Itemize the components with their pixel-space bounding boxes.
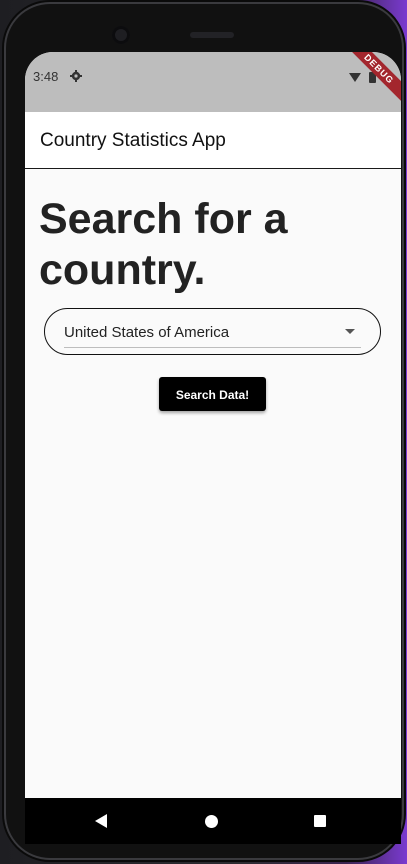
country-dropdown-value: United States of America [64,324,230,341]
system-nav-bar [25,798,401,844]
country-dropdown[interactable]: United States of America [44,308,381,355]
gear-icon [70,70,82,82]
back-icon[interactable] [95,814,107,828]
home-icon[interactable] [205,815,218,828]
earpiece-speaker [190,32,234,38]
status-bar: 3:48 DEBUG [25,52,401,112]
chevron-down-icon[interactable] [345,329,355,334]
phone-frame: 3:48 DEBUG Country Statistics App Search… [4,2,404,860]
search-data-button[interactable]: Search Data! [159,377,266,411]
status-time: 3:48 [33,69,59,84]
wifi-icon [349,73,361,82]
recents-icon[interactable] [314,815,326,827]
page-heading: Search for a country. [39,195,288,294]
app-bar-title: Country Statistics App [40,130,226,151]
dropdown-underline [64,347,361,348]
front-camera [112,26,130,44]
app-screen: 3:48 DEBUG Country Statistics App Search… [25,52,401,844]
app-bar: Country Statistics App [25,112,401,169]
